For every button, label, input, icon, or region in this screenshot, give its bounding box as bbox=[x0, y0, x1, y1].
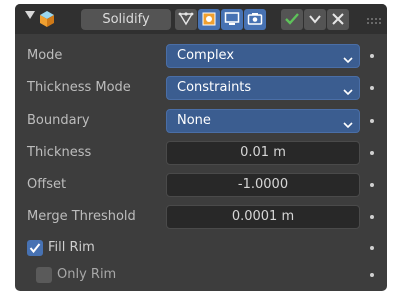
offset-field[interactable]: -1.0000 bbox=[166, 173, 360, 197]
chevron-down-icon bbox=[343, 53, 353, 68]
solidify-modifier-panel: Solidify Mode Complex Thickness Mode Con… bbox=[15, 4, 387, 291]
fill-rim-row: Fill Rim bbox=[15, 236, 387, 260]
thickness-mode-row: Thickness Mode Constraints bbox=[15, 76, 387, 100]
edit-mode-toggle[interactable] bbox=[198, 9, 220, 30]
keyframe-dot[interactable] bbox=[370, 86, 374, 90]
thickness-mode-label: Thickness Mode bbox=[27, 80, 131, 95]
keyframe-dot[interactable] bbox=[370, 151, 374, 155]
boundary-row: Boundary None bbox=[15, 109, 387, 133]
fill-rim-label[interactable]: Fill Rim bbox=[48, 236, 95, 260]
mode-dropdown[interactable]: Complex bbox=[166, 44, 360, 68]
checkmark-icon bbox=[29, 243, 41, 254]
merge-threshold-label: Merge Threshold bbox=[27, 209, 136, 224]
fill-rim-checkbox[interactable] bbox=[27, 240, 43, 256]
boundary-label: Boundary bbox=[27, 113, 90, 128]
merge-threshold-row: Merge Threshold 0.0001 m bbox=[15, 205, 387, 229]
boundary-value: None bbox=[177, 113, 211, 128]
boundary-dropdown[interactable]: None bbox=[166, 109, 360, 133]
apply-button[interactable] bbox=[281, 9, 303, 30]
keyframe-dot[interactable] bbox=[370, 215, 374, 219]
remove-modifier-button[interactable] bbox=[327, 9, 349, 30]
only-rim-checkbox[interactable] bbox=[36, 267, 52, 283]
thickness-field[interactable]: 0.01 m bbox=[166, 141, 360, 165]
keyframe-dot[interactable] bbox=[370, 246, 374, 250]
keyframe-dot[interactable] bbox=[370, 273, 374, 277]
modifier-menu-button[interactable] bbox=[304, 9, 326, 30]
chevron-down-icon bbox=[343, 85, 353, 100]
offset-label: Offset bbox=[27, 177, 67, 192]
viewport-toggle[interactable] bbox=[221, 9, 243, 30]
collapse-triangle-icon[interactable] bbox=[25, 11, 35, 19]
keyframe-dot[interactable] bbox=[370, 183, 374, 187]
offset-row: Offset -1.0000 bbox=[15, 173, 387, 197]
mode-value: Complex bbox=[177, 48, 235, 63]
chevron-down-icon bbox=[343, 118, 353, 133]
drag-grip-icon[interactable] bbox=[367, 15, 381, 30]
solidify-modifier-icon bbox=[38, 10, 56, 32]
modifier-header: Solidify bbox=[15, 4, 387, 34]
only-rim-label[interactable]: Only Rim bbox=[57, 263, 116, 287]
render-toggle[interactable] bbox=[244, 9, 266, 30]
mode-row: Mode Complex bbox=[15, 44, 387, 68]
mode-label: Mode bbox=[27, 48, 63, 63]
merge-threshold-field[interactable]: 0.0001 m bbox=[166, 205, 360, 229]
on-cage-toggle[interactable] bbox=[175, 9, 197, 30]
keyframe-dot[interactable] bbox=[370, 54, 374, 58]
thickness-mode-dropdown[interactable]: Constraints bbox=[166, 76, 360, 100]
modifier-name-field[interactable]: Solidify bbox=[81, 9, 171, 30]
thickness-mode-value: Constraints bbox=[177, 80, 252, 95]
thickness-row: Thickness 0.01 m bbox=[15, 141, 387, 165]
only-rim-row: Only Rim bbox=[15, 263, 387, 287]
keyframe-dot[interactable] bbox=[370, 119, 374, 123]
thickness-label: Thickness bbox=[27, 145, 92, 160]
